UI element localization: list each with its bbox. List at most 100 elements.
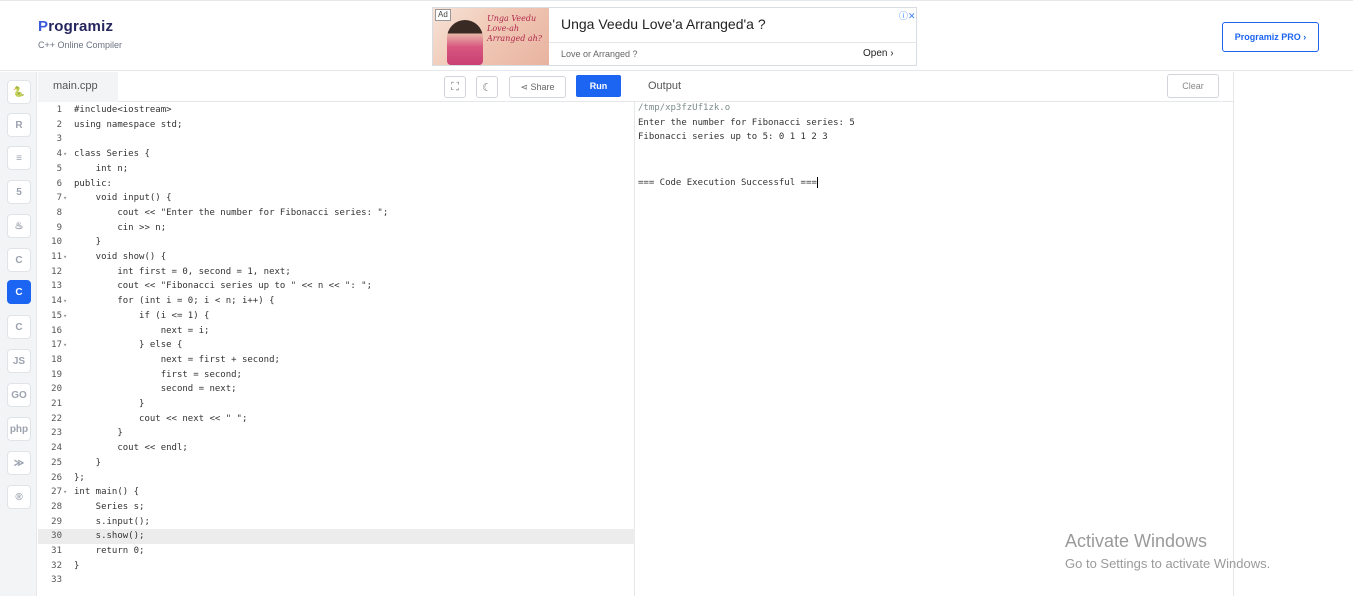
- code-line[interactable]: 13 cout << "Fibonacci series up to " << …: [38, 279, 635, 294]
- line-number: 27: [51, 487, 62, 498]
- ad-image[interactable]: Unga Veedu Love-ah Arranged ah? Ad: [433, 8, 549, 65]
- cpp-icon[interactable]: C: [7, 280, 31, 304]
- code-line[interactable]: 5 int n;: [38, 162, 635, 177]
- code-line[interactable]: 30 s.show();: [38, 529, 635, 544]
- code-line[interactable]: 33: [38, 573, 635, 588]
- sql-icon[interactable]: ≡: [7, 146, 31, 170]
- code-text: }: [74, 428, 123, 439]
- code-text: cout << next << " ";: [74, 413, 248, 424]
- code-line[interactable]: 16 next = i;: [38, 324, 635, 339]
- fullscreen-icon[interactable]: ⛶: [444, 76, 466, 98]
- code-line[interactable]: 32}: [38, 559, 635, 574]
- fold-toggle-icon[interactable]: ▾: [63, 309, 67, 324]
- code-line[interactable]: 20 second = next;: [38, 382, 635, 397]
- right-blank-pane: [1233, 72, 1353, 596]
- line-number: 26: [51, 472, 62, 483]
- ad-open-button[interactable]: Open ›: [863, 48, 894, 59]
- fold-toggle-icon[interactable]: ▾: [63, 338, 67, 353]
- code-line[interactable]: 21 }: [38, 397, 635, 412]
- code-text: using namespace std;: [74, 119, 183, 130]
- c-icon[interactable]: C: [7, 248, 31, 272]
- code-text: #include<iostream>: [74, 105, 172, 115]
- ad-banner[interactable]: Unga Veedu Love-ah Arranged ah? Ad Unga …: [432, 7, 917, 66]
- code-text: Series s;: [74, 501, 145, 512]
- ad-image-text: Unga Veedu Love-ah Arranged ah?: [487, 14, 543, 43]
- csharp-icon[interactable]: C: [7, 315, 31, 339]
- code-text: };: [74, 472, 85, 483]
- code-text: int first = 0, second = 1, next;: [74, 266, 291, 277]
- fold-toggle-icon[interactable]: ▾: [63, 191, 67, 206]
- line-number: 31: [51, 546, 62, 556]
- code-line[interactable]: 19 first = second;: [38, 368, 635, 383]
- code-line[interactable]: 23 }: [38, 426, 635, 441]
- run-button[interactable]: Run: [576, 75, 621, 97]
- code-line[interactable]: 10 }: [38, 235, 635, 250]
- code-line[interactable]: 2 using namespace std;: [38, 118, 635, 133]
- code-line[interactable]: 14 ▾ for (int i = 0; i < n; i++) {: [38, 294, 635, 309]
- fold-toggle-icon[interactable]: ▾: [63, 485, 67, 500]
- ad-subtitle: Love or Arranged ?: [561, 49, 638, 59]
- java-icon[interactable]: ♨: [7, 214, 31, 238]
- code-line[interactable]: 24 cout << endl;: [38, 441, 635, 456]
- fold-toggle-icon[interactable]: ▾: [63, 147, 67, 162]
- line-number: 16: [51, 325, 62, 336]
- line-number: 30: [51, 531, 62, 542]
- clear-button[interactable]: Clear: [1167, 74, 1219, 98]
- line-number: 11: [51, 252, 62, 262]
- code-line[interactable]: 18 next = first + second;: [38, 353, 635, 368]
- line-number: 6: [56, 178, 62, 189]
- ad-title[interactable]: Unga Veedu Love'a Arranged'a ?: [561, 16, 766, 32]
- line-number: 18: [51, 354, 62, 365]
- code-line[interactable]: 4 ▾ class Series {: [38, 147, 635, 162]
- code-line[interactable]: 22 cout << next << " ";: [38, 412, 635, 427]
- code-line[interactable]: 1 #include<iostream>: [38, 103, 635, 118]
- code-editor[interactable]: 1 #include<iostream> 2 using namespace std;…: [38, 102, 635, 596]
- code-line[interactable]: 3: [38, 132, 635, 147]
- line-number: 24: [51, 443, 62, 454]
- programiz-pro-button[interactable]: Programiz PRO ›: [1222, 22, 1319, 52]
- code-line[interactable]: 26};: [38, 471, 635, 486]
- code-line[interactable]: 29 s.input();: [38, 515, 635, 530]
- line-number: 19: [51, 369, 62, 380]
- output-line: Fibonacci series up to 5: 0 1 1 2 3: [638, 132, 828, 143]
- code-line[interactable]: 7 ▾ void input() {: [38, 191, 635, 206]
- rust-icon[interactable]: ®: [7, 485, 31, 509]
- line-number: 28: [51, 501, 62, 512]
- code-line[interactable]: 27 ▾ int main() {: [38, 485, 635, 500]
- code-text: if (i <= 1) {: [74, 310, 210, 321]
- code-text: }: [74, 560, 80, 571]
- code-line[interactable]: 8 cout << "Enter the number for Fibonacc…: [38, 206, 635, 221]
- programiz-logo[interactable]: Programiz C++ Online Compiler: [38, 18, 122, 50]
- code-line[interactable]: 9 cin >> n;: [38, 221, 635, 236]
- html-icon[interactable]: 5: [7, 180, 31, 204]
- tab-main-cpp[interactable]: main.cpp: [38, 72, 118, 102]
- code-line[interactable]: 28 Series s;: [38, 500, 635, 515]
- dark-mode-icon[interactable]: ☾: [476, 76, 498, 98]
- php-icon[interactable]: php: [7, 417, 31, 441]
- python-icon[interactable]: 🐍: [7, 80, 31, 104]
- code-text: cout << "Enter the number for Fibonacci …: [74, 207, 389, 218]
- code-text: cout << endl;: [74, 443, 188, 454]
- code-line[interactable]: 15 ▾ if (i <= 1) {: [38, 309, 635, 324]
- code-line[interactable]: 17 ▾ } else {: [38, 338, 635, 353]
- swift-icon[interactable]: ≫: [7, 451, 31, 475]
- code-text: class Series {: [74, 149, 150, 160]
- code-line[interactable]: 31 return 0;: [38, 544, 635, 559]
- code-text: void input() {: [74, 193, 172, 204]
- code-line[interactable]: 25 }: [38, 456, 635, 471]
- line-number: 22: [51, 413, 62, 424]
- code-line[interactable]: 12 int first = 0, second = 1, next;: [38, 265, 635, 280]
- share-button[interactable]: ⋖ Share: [509, 76, 566, 98]
- fold-toggle-icon[interactable]: ▾: [63, 250, 67, 265]
- output-console[interactable]: /tmp/xp3fzUf1zk.o Enter the number for Fi…: [635, 102, 1233, 596]
- logo-text: Programiz: [38, 18, 114, 35]
- fold-toggle-icon[interactable]: ▾: [63, 294, 67, 309]
- js-icon[interactable]: JS: [7, 349, 31, 373]
- code-line[interactable]: 6 public:: [38, 177, 635, 192]
- go-icon[interactable]: GO: [7, 383, 31, 407]
- ad-close-icon[interactable]: ⓘ✕: [899, 9, 916, 22]
- code-line[interactable]: 11 ▾ void show() {: [38, 250, 635, 265]
- r-icon[interactable]: R: [7, 113, 31, 137]
- code-text: } else {: [74, 340, 183, 351]
- code-text: next = i;: [74, 325, 210, 336]
